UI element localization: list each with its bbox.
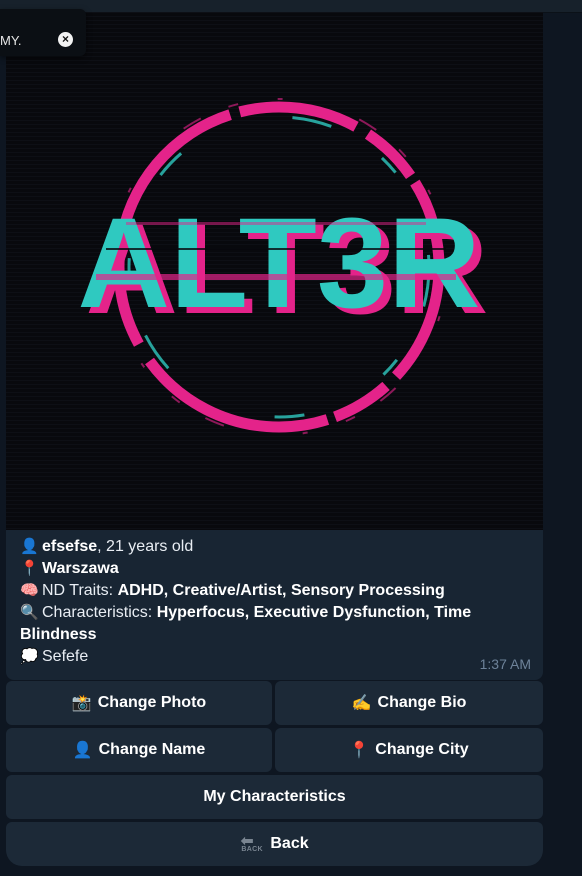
my-characteristics-button[interactable]: My Characteristics	[6, 775, 543, 819]
back-label: Back	[270, 835, 309, 852]
camera-flash-icon: 📸	[71, 695, 92, 712]
back-button[interactable]: ⬅ BACK Back	[6, 822, 543, 866]
characteristics-line: 🔍 Characteristics: Hyperfocus, Executive …	[20, 602, 535, 646]
profile-caption: 👤 efsefse, 21 years old 📍 Warszawa 🧠 ND Tra…	[20, 536, 535, 668]
profile-name: efsefse	[42, 538, 98, 555]
city-line: 📍 Warszawa	[20, 558, 535, 580]
search-icon: 🔍	[20, 604, 39, 621]
change-city-button[interactable]: 📍 Change City	[275, 728, 543, 772]
thought-icon: 💭	[20, 648, 39, 665]
back-arrow-icon: ⬅ BACK	[240, 833, 263, 854]
characteristics-label: Characteristics:	[42, 604, 157, 621]
message-bubble: ALT3R ALT3R 👤 efsefse, 21 years old 📍 Wars…	[6, 12, 543, 680]
toast-notification: MY. ×	[0, 9, 86, 56]
change-bio-label: Change Bio	[377, 694, 467, 711]
name-line: 👤 efsefse, 21 years old	[20, 536, 535, 558]
pin-icon: 📍	[20, 560, 39, 577]
change-name-button[interactable]: 👤 Change Name	[6, 728, 272, 772]
close-icon[interactable]: ×	[58, 32, 73, 47]
alt3r-logo-image: ALT3R ALT3R	[6, 12, 543, 530]
logo-text: ALT3R	[78, 192, 481, 335]
change-photo-button[interactable]: 📸 Change Photo	[6, 681, 272, 725]
profile-city: Warszawa	[42, 560, 119, 577]
writing-hand-icon: ✍️	[351, 695, 372, 712]
toast-text: MY.	[0, 33, 22, 48]
brain-icon: 🧠	[20, 582, 39, 599]
my-characteristics-label: My Characteristics	[203, 788, 346, 805]
nd-traits-line: 🧠 ND Traits: ADHD, Creative/Artist, Senso…	[20, 580, 535, 602]
message-time: 1:37 AM	[479, 656, 531, 672]
user-icon: 👤	[20, 538, 39, 555]
user-icon: 👤	[72, 742, 93, 759]
change-bio-button[interactable]: ✍️ Change Bio	[275, 681, 543, 725]
profile-age: , 21 years old	[97, 538, 194, 555]
pin-icon: 📍	[349, 742, 370, 759]
nd-traits-value: ADHD, Creative/Artist, Sensory Processin…	[117, 582, 445, 599]
change-city-label: Change City	[375, 741, 469, 758]
change-name-label: Change Name	[98, 741, 206, 758]
nd-traits-label: ND Traits:	[42, 582, 118, 599]
change-photo-label: Change Photo	[97, 694, 207, 711]
profile-bio: Sefefe	[42, 648, 89, 665]
bio-line: 💭 Sefefe	[20, 646, 535, 668]
profile-photo[interactable]: ALT3R ALT3R	[6, 12, 543, 530]
